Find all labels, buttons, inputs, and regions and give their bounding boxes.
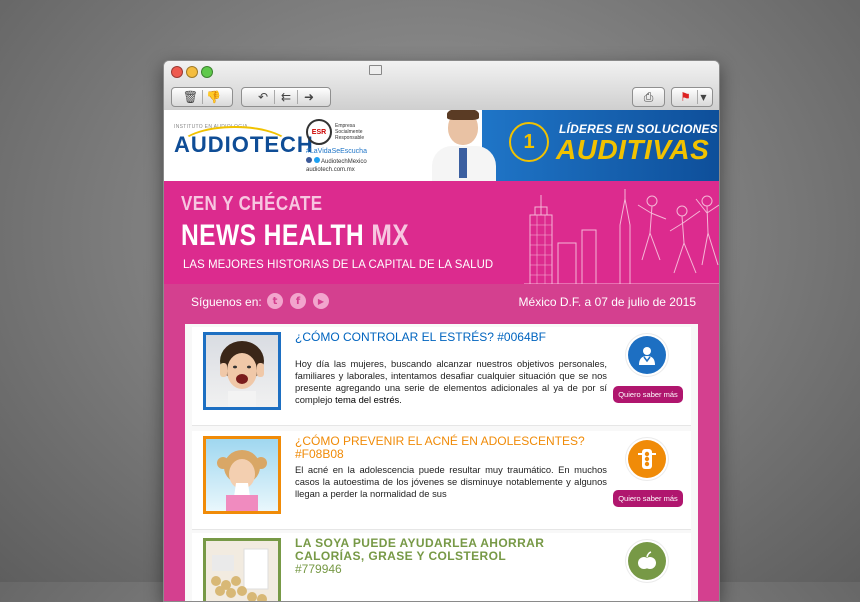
learn-more-button[interactable]: Quiero saber más (613, 490, 683, 507)
audiotech-logo: INSTITUTO EN AUDIOLOGIA AUDIOTECH (174, 124, 314, 158)
facebook-icon[interactable]: f (290, 293, 306, 309)
hero-title-accent: MX (371, 219, 410, 252)
facebook-icon (306, 157, 312, 163)
delete-junk-button-group: 🗑 👎 (171, 87, 233, 107)
apple-icon (628, 542, 666, 580)
youtube-icon[interactable]: ▶ (313, 293, 329, 309)
chevron-down-icon: ▼ (700, 92, 707, 102)
twitter-icon[interactable]: t (267, 293, 283, 309)
printer-icon: ⎙ (643, 89, 654, 104)
esr-badge: ESR (306, 119, 332, 145)
reply-all-arrow-icon[interactable]: ⇇ (275, 90, 297, 104)
reply-button-group: ↶ ⇇ ➜ (241, 87, 331, 107)
article-card: ¿CÓMO CONTROLAR EL ESTRÉS? #0064BF Hoy d… (192, 327, 691, 426)
rank-medal: 1 (509, 122, 549, 162)
esr-line: Responsable (335, 135, 365, 141)
reply-arrow-icon[interactable]: ↶ (252, 90, 274, 104)
logo-swoosh (178, 126, 292, 170)
twitter-icon (313, 157, 320, 163)
zoom-window-button[interactable] (201, 66, 213, 78)
tagline-bottom: AUDITIVAS (556, 134, 710, 165)
newsletter-hero: VEN Y CHÉCATE NEWS HEALTH MX LAS MEJORES… (164, 181, 719, 284)
article-color-code: #779946 (295, 562, 342, 576)
doctor-icon (628, 336, 666, 374)
close-window-button[interactable] (171, 66, 183, 78)
city-skyline-illustration (524, 189, 719, 284)
audiotech-banner[interactable]: INSTITUTO EN AUDIOLOGIA AUDIOTECH ESR Em… (164, 110, 719, 181)
doctor-image (432, 110, 496, 181)
mail-window: 🗑 👎 ↶ ⇇ ➜ ⎙ ⚑ ▼ INSTITUTO EN AUDIOLOGIA … (163, 60, 720, 602)
thumbs-down-icon[interactable]: 👎 (203, 90, 225, 104)
forward-arrow-icon[interactable]: ➜ (298, 90, 320, 104)
learn-more-button[interactable]: Quiero saber más (613, 386, 683, 403)
social-handle-row: AudiotechMexico (306, 157, 367, 165)
article-title[interactable]: ¿CÓMO CONTROLAR EL ESTRÉS? #0064BF (295, 331, 605, 344)
article-body: Hoy día las mujeres, buscando alcanzar n… (295, 358, 607, 405)
window-toolbar: 🗑 👎 ↶ ⇇ ➜ ⎙ ⚑ ▼ (164, 61, 719, 111)
stress-woman-image (203, 332, 281, 410)
soy-beans-image (203, 538, 281, 601)
articles-area: ¿CÓMO CONTROLAR EL ESTRÉS? #0064BF Hoy d… (164, 318, 719, 601)
article-title[interactable]: ¿CÓMO PREVENIR EL ACNÉ EN ADOLESCENTES? … (295, 435, 605, 461)
envelope-icon (369, 65, 382, 75)
hero-subtitle: LAS MEJORES HISTORIAS DE LA CAPITAL DE L… (183, 257, 494, 271)
article-card: LA SOYA PUEDE AYUDARLEA AHORRAR CALORÍAS… (192, 533, 691, 601)
traffic-light-icon (628, 440, 666, 478)
issue-date: México D.F. a 07 de julio de 2015 (518, 295, 696, 309)
minimize-window-button[interactable] (186, 66, 198, 78)
article-card: ¿CÓMO PREVENIR EL ACNÉ EN ADOLESCENTES? … (192, 431, 691, 530)
hero-title: NEWS HEALTH MX (181, 219, 409, 253)
articles-panel: ¿CÓMO CONTROLAR EL ESTRÉS? #0064BF Hoy d… (185, 324, 698, 601)
article-body: El acné en la adolescencia puede resulta… (295, 464, 607, 499)
article-title-text: LA SOYA PUEDE AYUDARLEA AHORRAR CALORÍAS… (295, 536, 545, 563)
website-url: audiotech.com.mx (306, 167, 355, 173)
hero-title-main: NEWS HEALTH (181, 219, 372, 252)
follow-label: Síguenos en: (191, 295, 262, 309)
hero-kicker: VEN Y CHÉCATE (181, 193, 323, 215)
article-inline-link[interactable]: tema del estrés (335, 394, 399, 405)
flag-icon: ⚑ (680, 90, 691, 104)
girl-sneezing-image (203, 436, 281, 514)
esr-block: ESR Empresa Socialmente Responsable #LaV… (306, 119, 367, 173)
social-handle: AudiotechMexico (321, 159, 367, 165)
trash-icon[interactable]: 🗑 (180, 90, 202, 104)
hashtag: #LaVidaSeEscucha (306, 148, 367, 155)
print-button[interactable]: ⎙ (632, 87, 665, 107)
flag-button[interactable]: ⚑ ▼ (671, 87, 713, 107)
article-title[interactable]: LA SOYA PUEDE AYUDARLEA AHORRAR CALORÍAS… (295, 537, 605, 576)
social-bar: Síguenos en: t f ▶ México D.F. a 07 de j… (164, 284, 719, 318)
